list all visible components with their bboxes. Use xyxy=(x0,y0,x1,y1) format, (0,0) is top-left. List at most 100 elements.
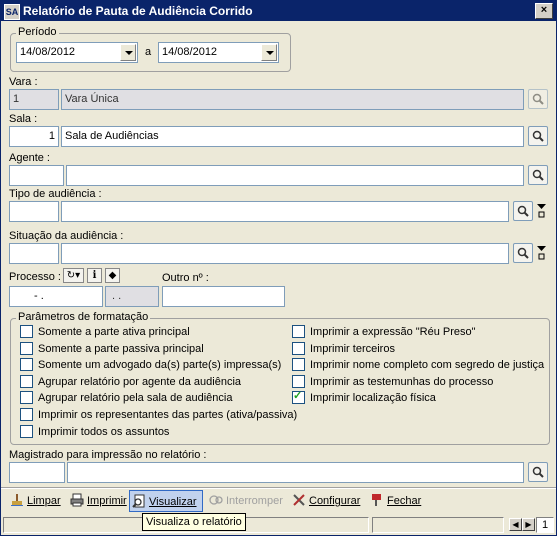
agente-name-field[interactable] xyxy=(66,165,524,186)
processo-number-field[interactable]: - . xyxy=(9,286,103,307)
close-button[interactable]: × xyxy=(535,3,553,19)
tipo-multiselect-icon[interactable] xyxy=(537,204,546,218)
interrupt-icon xyxy=(209,495,223,505)
checkbox-label: Agrupar relatório por agente da audiênci… xyxy=(38,376,242,388)
checkbox-label: Imprimir terceiros xyxy=(310,343,395,355)
checkbox-box-checked[interactable] xyxy=(292,389,305,404)
toolbar-separator xyxy=(1,487,556,489)
checkbox-box[interactable] xyxy=(20,341,33,355)
info-icon: i xyxy=(92,270,97,281)
visualizar-button[interactable]: Visualizar xyxy=(129,490,203,512)
agente-search-button[interactable] xyxy=(528,165,548,185)
magistrado-name-field[interactable] xyxy=(67,462,524,483)
tipo-search-button[interactable] xyxy=(513,201,533,221)
periodo-end-date[interactable]: 14/08/2012 xyxy=(158,42,279,63)
checkbox-box[interactable] xyxy=(20,424,33,438)
checkbox-box[interactable] xyxy=(292,357,305,371)
checkbox-parte-passiva[interactable]: Somente a parte passiva principal xyxy=(20,341,204,358)
refresh-icon: ↻▾ xyxy=(66,270,81,281)
situacao-search-button[interactable] xyxy=(513,243,533,263)
checkbox-box[interactable] xyxy=(20,390,33,404)
limpar-label: Limpar xyxy=(27,495,61,507)
tipo-label: Tipo de audiência : xyxy=(9,188,102,200)
checkbox-reu-preso[interactable]: Imprimir a expressão "Réu Preso" xyxy=(292,324,476,341)
tag-icon: ◆ xyxy=(108,270,117,281)
app-icon: SA xyxy=(4,4,20,20)
vara-label: Vara : xyxy=(9,76,38,88)
checkbox-label: Imprimir os representantes das partes (a… xyxy=(38,409,298,421)
magnifier-icon xyxy=(532,130,544,142)
sala-name-field[interactable]: Sala de Audiências xyxy=(61,126,524,147)
checkbox-box[interactable] xyxy=(20,374,33,388)
fechar-label: Fechar xyxy=(387,495,422,507)
checkbox-agrupar-agente[interactable]: Agrupar relatório por agente da audiênci… xyxy=(20,374,242,391)
processo-suffix-field[interactable]: . . xyxy=(105,286,159,307)
situacao-code-field[interactable] xyxy=(9,243,59,264)
periodo-start-dropdown[interactable] xyxy=(120,44,136,61)
arrow-right-icon: ▶ xyxy=(525,520,532,529)
checkbox-box[interactable] xyxy=(20,357,33,371)
agente-label: Agente : xyxy=(9,152,50,164)
vara-name-field[interactable]: Vara Única xyxy=(61,89,524,110)
exit-door-icon xyxy=(372,494,381,507)
periodo-start-date[interactable]: 14/08/2012 xyxy=(16,42,138,63)
fechar-button[interactable]: Fechar xyxy=(370,490,421,512)
outro-number-field[interactable] xyxy=(162,286,285,307)
filter-dropdown-icon xyxy=(537,246,546,260)
printer-icon xyxy=(70,493,84,507)
window-title: Relatório de Pauta de Audiência Corrido xyxy=(23,4,253,18)
situacao-multiselect-icon[interactable] xyxy=(537,246,546,260)
checkbox-label: Somente a parte ativa principal xyxy=(38,326,190,338)
checkbox-box[interactable] xyxy=(292,341,305,355)
configurar-button[interactable]: Configurar xyxy=(292,490,360,512)
checkbox-testemunhas[interactable]: Imprimir as testemunhas do processo xyxy=(292,374,493,391)
tipo-name-field[interactable] xyxy=(61,201,509,222)
magistrado-search-button[interactable] xyxy=(528,462,548,482)
periodo-start-value: 14/08/2012 xyxy=(20,46,76,58)
broom-icon xyxy=(11,494,23,507)
imprimir-button[interactable]: Imprimir xyxy=(70,490,127,512)
checkbox-localizacao-fisica[interactable]: Imprimir localização física xyxy=(292,389,436,407)
sala-code-field[interactable]: 1 xyxy=(9,126,59,147)
limpar-button[interactable]: Limpar xyxy=(10,490,61,512)
tipo-code-field[interactable] xyxy=(9,201,59,222)
periodo-end-value: 14/08/2012 xyxy=(162,46,218,58)
checkbox-nome-completo[interactable]: Imprimir nome completo com segredo de ju… xyxy=(292,357,545,374)
checkbox-parte-ativa[interactable]: Somente a parte ativa principal xyxy=(20,324,190,341)
processo-info-button[interactable]: i xyxy=(87,268,102,283)
magnifier-icon xyxy=(517,205,529,217)
checkbox-box[interactable] xyxy=(20,407,33,421)
sala-search-button[interactable] xyxy=(528,126,548,146)
checkbox-box[interactable] xyxy=(20,324,33,338)
visualizar-label: Visualizar xyxy=(149,496,197,508)
title-bar: SA Relatório de Pauta de Audiência Corri… xyxy=(1,1,556,21)
checkbox-agrupar-sala[interactable]: Agrupar relatório pela sala de audiência xyxy=(20,390,232,407)
checkbox-box[interactable] xyxy=(292,374,305,388)
processo-refresh-button[interactable]: ↻▾ xyxy=(63,268,84,283)
outro-label: Outro nº : xyxy=(162,272,209,284)
checkbox-box[interactable] xyxy=(292,324,305,338)
agente-code-field[interactable] xyxy=(9,165,64,186)
checkbox-um-advogado[interactable]: Somente um advogado da(s) parte(s) impre… xyxy=(20,357,281,374)
processo-label: Processo : xyxy=(9,271,61,283)
processo-tag-button[interactable]: ◆ xyxy=(105,268,120,283)
configurar-label: Configurar xyxy=(309,495,361,507)
checkbox-label: Imprimir nome completo com segredo de ju… xyxy=(310,359,545,371)
next-page-button[interactable]: ▶ xyxy=(522,518,535,531)
magistrado-code-field[interactable] xyxy=(9,462,65,483)
checkbox-todos-assuntos[interactable]: Imprimir todos os assuntos xyxy=(20,424,169,441)
page-indicator: 1 xyxy=(536,517,554,533)
magnifier-icon xyxy=(517,247,529,259)
situacao-name-field[interactable] xyxy=(61,243,509,264)
sala-label: Sala : xyxy=(9,113,38,125)
vara-code-field[interactable]: 1 xyxy=(9,89,59,110)
vara-search-button[interactable] xyxy=(528,89,548,109)
interromper-button[interactable]: Interromper xyxy=(209,490,283,512)
checkbox-terceiros[interactable]: Imprimir terceiros xyxy=(292,341,395,358)
checkbox-label: Imprimir a expressão "Réu Preso" xyxy=(310,326,476,338)
preview-icon xyxy=(132,494,145,508)
prev-page-button[interactable]: ◀ xyxy=(509,518,522,531)
checkbox-representantes[interactable]: Imprimir os representantes das partes (a… xyxy=(20,407,298,424)
magnifier-icon xyxy=(532,466,544,478)
periodo-end-dropdown[interactable] xyxy=(261,44,277,61)
